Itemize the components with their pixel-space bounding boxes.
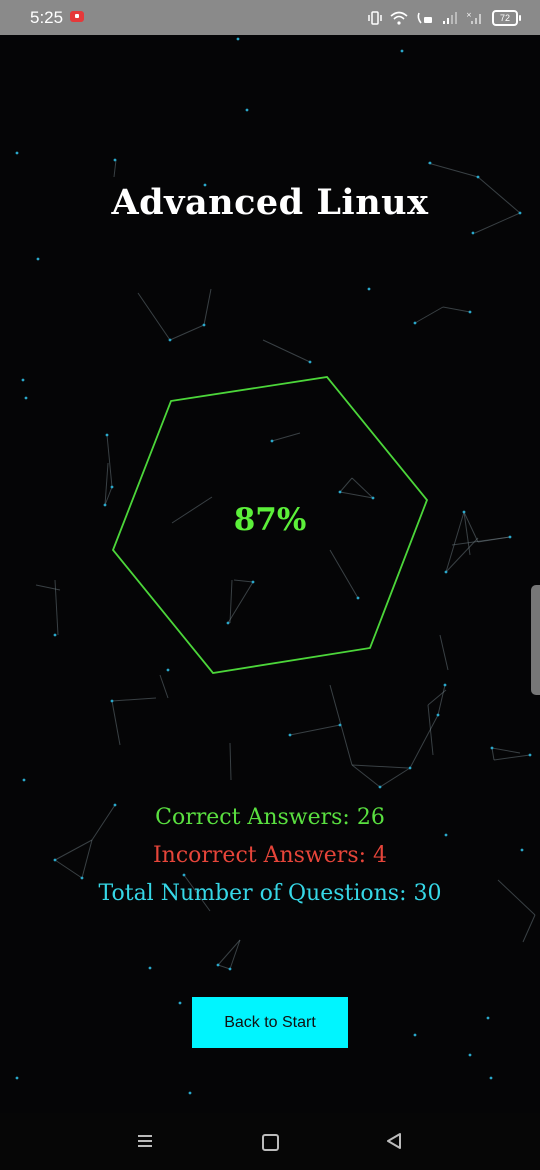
status-time: 5:25 bbox=[30, 8, 64, 27]
vibrate-icon bbox=[368, 11, 382, 25]
incorrect-answers-text: Incorrect Answers: 4 bbox=[152, 843, 388, 868]
battery-level: 72 bbox=[499, 13, 510, 23]
screen-record-icon bbox=[70, 11, 84, 22]
back-to-start-button[interactable]: Back to Start bbox=[192, 997, 348, 1048]
score-percentage: 87% bbox=[233, 502, 307, 538]
status-icons: × 72 bbox=[368, 7, 521, 29]
score-hexagon bbox=[111, 376, 429, 674]
back-icon[interactable] bbox=[385, 1132, 403, 1150]
volte-icon bbox=[417, 12, 432, 24]
correct-answers-text: Correct Answers: 26 bbox=[155, 805, 385, 830]
total-questions-text: Total Number of Questions: 30 bbox=[98, 881, 442, 906]
edge-panel-handle[interactable] bbox=[531, 585, 540, 695]
menu-icon[interactable] bbox=[137, 1133, 153, 1149]
wifi-icon bbox=[390, 11, 408, 25]
signal-icon: × bbox=[466, 11, 481, 24]
status-bar: 5:25 × 72 bbox=[0, 0, 540, 35]
signal-icon bbox=[443, 12, 457, 24]
svg-text:×: × bbox=[466, 11, 472, 19]
navigation-bar bbox=[0, 1113, 540, 1170]
home-icon[interactable] bbox=[262, 1134, 279, 1151]
battery-icon: 72 bbox=[492, 10, 521, 26]
quiz-result-screen: Advanced Linux 87% Correct Answers: 26 I… bbox=[0, 35, 540, 1113]
